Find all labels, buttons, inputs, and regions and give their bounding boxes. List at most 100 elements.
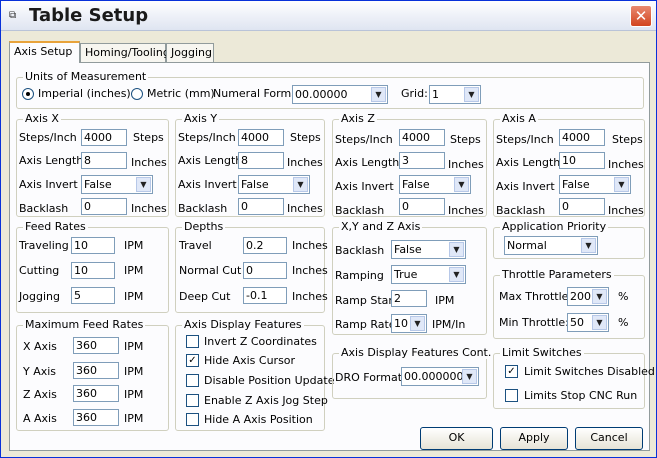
ramp-rate-select[interactable]: 10 ▼ <box>391 314 427 333</box>
axis-z-steps-input[interactable]: 4000 <box>399 129 445 146</box>
cutting-input[interactable]: 10 <box>71 262 115 279</box>
min-throttle-select[interactable]: 50 ▼ <box>567 313 609 332</box>
limit-switches-disabled-checkbox[interactable]: ✓ <box>505 365 518 378</box>
y-axis-max-feed-input[interactable]: 360 <box>73 362 119 379</box>
chevron-down-icon: ▼ <box>592 315 607 330</box>
ramp-start-unit: IPM <box>435 294 455 307</box>
travel-depth-input[interactable]: 0.2 <box>243 237 287 254</box>
axis-y-length-input[interactable]: 8 <box>238 152 284 169</box>
dro-format-label: DRO Format <box>335 371 403 384</box>
chevron-down-icon: ▼ <box>449 242 464 257</box>
z-axis-max-feed-input[interactable]: 360 <box>73 385 119 402</box>
steps-unit: Steps <box>612 133 643 146</box>
min-throttle-label: Min Throttle: <box>499 316 569 329</box>
jogging-input[interactable]: 5 <box>71 287 115 304</box>
axis-z-backlash-input[interactable]: 0 <box>399 198 445 215</box>
length-label: Axis Length <box>335 156 400 169</box>
axis-x-length-input[interactable]: 8 <box>81 152 127 169</box>
max-throttle-select[interactable]: 200 ▼ <box>567 287 609 306</box>
axis-a-steps-input[interactable]: 4000 <box>559 129 605 146</box>
y-axis-label: Y Axis <box>23 365 57 378</box>
axis-x-title: Axis X <box>23 112 61 125</box>
apply-button[interactable]: Apply <box>500 427 568 450</box>
imperial-radio[interactable] <box>22 88 34 100</box>
disable-position-update-checkbox[interactable] <box>186 374 199 387</box>
metric-label: Metric (mm) <box>147 87 215 100</box>
backlash-unit: Inches <box>448 204 484 217</box>
hide-axis-cursor-checkbox[interactable]: ✓ <box>186 354 199 367</box>
close-icon[interactable]: ✕ <box>630 5 652 27</box>
grid-label: Grid: <box>401 87 428 100</box>
chevron-down-icon: ▼ <box>581 238 596 253</box>
application-priority-select[interactable]: Normal ▼ <box>504 236 598 255</box>
length-unit: Inches <box>448 158 484 171</box>
chevron-down-icon: ▼ <box>449 267 464 282</box>
chevron-down-icon: ▼ <box>371 87 386 102</box>
axis-x-group: Axis X Steps/Inch 4000 Steps Axis Length… <box>16 112 169 217</box>
check-mark-icon: ✓ <box>188 355 197 366</box>
cancel-button[interactable]: Cancel <box>575 427 643 450</box>
throttle-parameters-title: Throttle Parameters <box>500 268 614 281</box>
axis-setup-panel: Units of Measurement Imperial (inches) M… <box>9 62 655 451</box>
x-axis-max-feed-input[interactable]: 360 <box>73 337 119 354</box>
axis-x-invert-select[interactable]: False ▼ <box>81 175 153 194</box>
axis-z-length-input[interactable]: 3 <box>399 152 445 169</box>
ok-button[interactable]: OK <box>420 427 493 450</box>
axis-z-invert-select[interactable]: False ▼ <box>399 175 471 194</box>
travel-unit: Inches <box>292 239 328 252</box>
numeral-format-select[interactable]: 00.00000 ▼ <box>292 85 388 104</box>
enable-z-jog-step-checkbox[interactable] <box>186 394 199 407</box>
deep-cut-input[interactable]: -0.1 <box>243 287 287 304</box>
axis-x-steps-input[interactable]: 4000 <box>81 129 127 146</box>
tab-axis-setup[interactable]: Axis Setup <box>9 41 80 63</box>
traveling-input[interactable]: 10 <box>71 237 115 254</box>
axis-y-invert-select[interactable]: False ▼ <box>238 175 310 194</box>
disable-position-update-label: Disable Position Update <box>204 374 335 387</box>
a-axis-max-feed-input[interactable]: 360 <box>73 409 119 426</box>
min-throttle-unit: % <box>618 316 629 329</box>
axis-y-steps-input[interactable]: 4000 <box>238 129 284 146</box>
chevron-down-icon: ▼ <box>410 316 425 331</box>
normal-cut-input[interactable]: 0 <box>243 262 287 279</box>
application-priority-value: Normal <box>507 239 547 252</box>
axis-y-invert-value: False <box>241 178 269 191</box>
axis-y-title: Axis Y <box>182 112 220 125</box>
tab-homing-tooling[interactable]: Homing/Tooling <box>80 43 170 62</box>
title-bar[interactable]: ⧉ Table Setup ✕ <box>1 1 656 31</box>
length-label: Axis Length <box>178 154 243 167</box>
dro-format-select[interactable]: 00.000000 ▼ <box>401 367 479 386</box>
throttle-parameters-group: Throttle Parameters Max Throttle: 200 ▼ %… <box>493 268 645 339</box>
axis-display-features-cont-title: Axis Display Features Cont. <box>339 346 494 359</box>
axis-y-backlash-input[interactable]: 0 <box>238 198 284 215</box>
ramp-rate-label: Ramp Rate <box>335 318 396 331</box>
limit-switches-group: Limit Switches ✓ Limit Switches Disabled… <box>493 346 655 409</box>
tab-jogging[interactable]: Jogging <box>166 43 214 62</box>
backlash-label: Backlash <box>496 204 546 217</box>
ramp-start-input[interactable]: 2 <box>391 290 427 307</box>
limits-stop-cnc-checkbox[interactable] <box>505 389 518 402</box>
max-throttle-label: Max Throttle: <box>499 290 573 303</box>
numeral-format-value: 00.00000 <box>295 88 348 101</box>
axis-z-title: Axis Z <box>339 112 377 125</box>
app-icon: ⧉ <box>9 10 17 21</box>
a-axis-unit: IPM <box>124 412 144 425</box>
ramping-select[interactable]: True ▼ <box>391 265 466 284</box>
travel-label: Travel <box>179 239 212 252</box>
axis-a-length-input[interactable]: 10 <box>559 152 605 169</box>
hide-a-axis-position-checkbox[interactable] <box>186 413 199 426</box>
xyz-backlash-select[interactable]: False ▼ <box>391 240 466 259</box>
axis-a-backlash-input[interactable]: 0 <box>559 198 605 215</box>
metric-radio[interactable] <box>131 88 143 100</box>
jogging-label: Jogging <box>19 290 60 303</box>
invert-z-checkbox[interactable] <box>186 335 199 348</box>
chevron-down-icon: ▼ <box>462 369 477 384</box>
axis-x-backlash-input[interactable]: 0 <box>81 198 127 215</box>
traveling-unit: IPM <box>124 239 144 252</box>
axis-a-invert-select[interactable]: False ▼ <box>559 175 631 194</box>
axis-display-features-title: Axis Display Features <box>182 318 304 331</box>
backlash-unit: Inches <box>608 204 644 217</box>
imperial-label: Imperial (inches) <box>38 87 131 100</box>
steps-unit: Steps <box>450 133 481 146</box>
deep-cut-unit: Inches <box>292 290 328 303</box>
grid-select[interactable]: 1 ▼ <box>429 85 481 104</box>
